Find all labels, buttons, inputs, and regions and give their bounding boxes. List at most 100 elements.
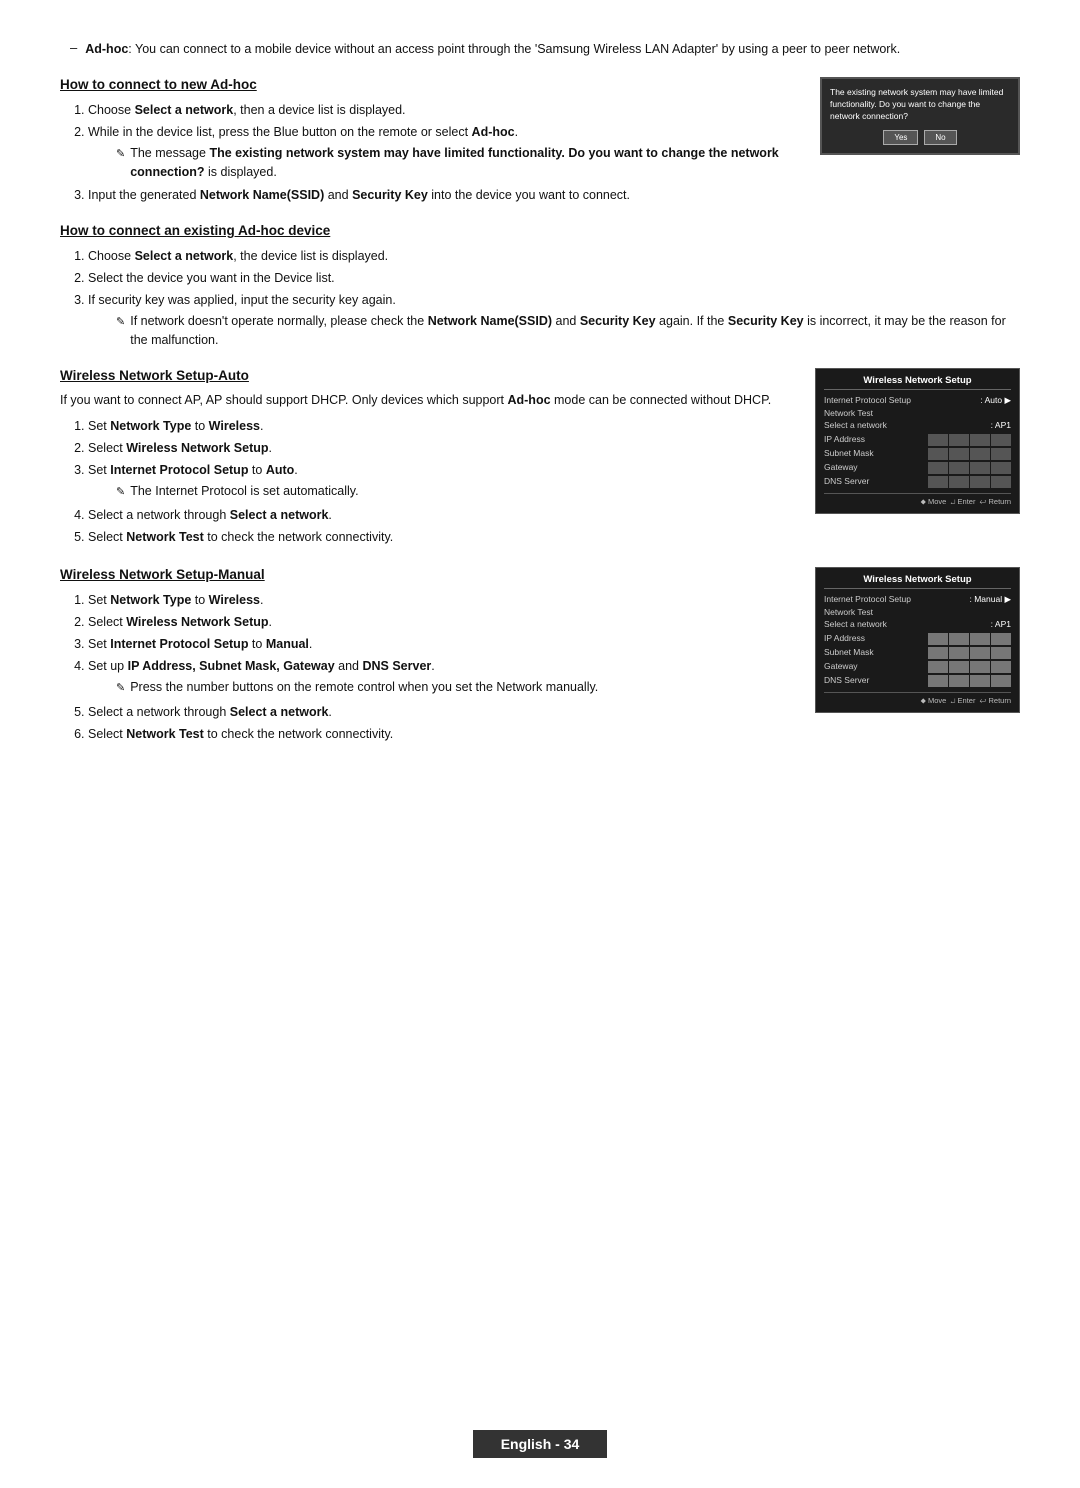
list-item: Select the device you want in the Device… (88, 268, 1020, 288)
note-row: ✎ The Internet Protocol is set automatic… (116, 482, 805, 502)
ui-row-nettest: Network Test (824, 408, 1011, 418)
ip-section-manual: IP Address Subnet Mask (824, 633, 1011, 687)
wireless-auto-content: Wireless Network Setup-Auto If you want … (60, 368, 805, 547)
list-item: Set Internet Protocol Setup to Auto. ✎ T… (88, 460, 805, 502)
ui-label: Internet Protocol Setup (824, 594, 911, 605)
ip-section: IP Address Subnet Mask (824, 434, 1011, 488)
manual-ui-box: Wireless Network Setup Internet Protocol… (815, 567, 1020, 713)
ip-box (949, 462, 969, 474)
list-item: Select Wireless Network Setup. (88, 438, 805, 458)
ip-box (949, 675, 969, 687)
ui-label: DNS Server (824, 476, 869, 488)
ip-box (970, 448, 990, 460)
wireless-manual-steps: Set Network Type to Wireless. Select Wir… (88, 590, 805, 744)
ui-label: Internet Protocol Setup (824, 395, 911, 406)
ui-row-subnet: Subnet Mask (824, 448, 1011, 460)
ip-box (991, 675, 1011, 687)
ui-value: : AP1 (991, 420, 1011, 430)
section-wireless-auto: Wireless Network Setup Internet Protocol… (60, 368, 1020, 547)
note-text: Press the number buttons on the remote c… (130, 678, 598, 697)
ui-row-nettest-manual: Network Test (824, 607, 1011, 617)
list-item: Select Wireless Network Setup. (88, 612, 805, 632)
ui-label: IP Address (824, 434, 865, 446)
ui-footer-manual: ⬥ Move ↵ Enter ↩ Return (824, 692, 1011, 706)
page-footer: English - 34 (0, 1430, 1080, 1458)
gateway-boxes-manual (928, 661, 1011, 673)
note-icon: ✎ (116, 484, 125, 502)
ui-row-ip-manual: IP Address (824, 633, 1011, 645)
list-item: Input the generated Network Name(SSID) a… (88, 185, 805, 205)
ui-row-dns: DNS Server (824, 476, 1011, 488)
ui-label: Gateway (824, 462, 858, 474)
list-item: Select Network Test to check the network… (88, 527, 805, 547)
adhoc-new-steps: Choose Select a network, then a device l… (88, 100, 805, 206)
list-item: Select a network through Select a networ… (88, 702, 805, 722)
ui-row-gateway: Gateway (824, 462, 1011, 474)
dash-icon: – (70, 40, 77, 59)
ip-boxes-manual (928, 633, 1011, 645)
ip-box (928, 633, 948, 645)
ip-box (928, 462, 948, 474)
ui-value: : AP1 (991, 619, 1011, 629)
ip-box (991, 661, 1011, 673)
dialog-yes-button[interactable]: Yes (883, 130, 918, 145)
ip-box (970, 661, 990, 673)
auto-ui-box: Wireless Network Setup Internet Protocol… (815, 368, 1020, 514)
ip-box (949, 476, 969, 488)
ip-box (991, 476, 1011, 488)
ui-label: DNS Server (824, 675, 869, 687)
auto-ui-title: Wireless Network Setup (824, 375, 1011, 390)
wireless-auto-steps: Set Network Type to Wireless. Select Wir… (88, 416, 805, 548)
ip-box (970, 633, 990, 645)
list-item: Select a network through Select a networ… (88, 505, 805, 525)
page-content: – Ad-hoc: You can connect to a mobile de… (60, 40, 1020, 744)
ui-value: : Manual ▶ (970, 594, 1012, 605)
ui-label: Gateway (824, 661, 858, 673)
note-icon: ✎ (116, 680, 125, 698)
ui-footer: ⬥ Move ↵ Enter ↩ Return (824, 493, 1011, 507)
ip-box (970, 434, 990, 446)
note-text: If network doesn't operate normally, ple… (130, 312, 1020, 350)
ui-row-gateway-manual: Gateway (824, 661, 1011, 673)
dialog-text: The existing network system may have lim… (830, 87, 1010, 123)
dialog-buttons: Yes No (830, 130, 1010, 145)
ip-box (991, 448, 1011, 460)
note-text: The message The existing network system … (130, 144, 805, 182)
ip-box (991, 434, 1011, 446)
dns-boxes (928, 476, 1011, 488)
ip-box (928, 448, 948, 460)
subnet-boxes (928, 448, 1011, 460)
ip-box (949, 633, 969, 645)
section-adhoc-new: The existing network system may have lim… (60, 77, 1020, 206)
dialog-no-button[interactable]: No (924, 130, 956, 145)
manual-screen-screenshot: Wireless Network Setup Internet Protocol… (815, 567, 1020, 713)
gateway-boxes (928, 462, 1011, 474)
ui-row-dns-manual: DNS Server (824, 675, 1011, 687)
ip-box (970, 476, 990, 488)
note-icon: ✎ (116, 314, 125, 332)
list-item: Choose Select a network, then a device l… (88, 100, 805, 120)
ui-row-selectnet: Select a network : AP1 (824, 420, 1011, 430)
ui-row-protocol-manual: Internet Protocol Setup : Manual ▶ (824, 594, 1011, 605)
ui-row-ip: IP Address (824, 434, 1011, 446)
ui-label: Network Test (824, 408, 873, 418)
ip-box (970, 462, 990, 474)
list-item: If security key was applied, input the s… (88, 290, 1020, 350)
note-row: ✎ Press the number buttons on the remote… (116, 678, 805, 698)
intro-bullet: – Ad-hoc: You can connect to a mobile de… (60, 40, 1020, 59)
ui-label: Subnet Mask (824, 448, 874, 460)
list-item: Choose Select a network, the device list… (88, 246, 1020, 266)
list-item: Select Network Test to check the network… (88, 724, 805, 744)
wireless-auto-heading: Wireless Network Setup-Auto (60, 368, 805, 383)
ip-box (970, 647, 990, 659)
ip-box (928, 647, 948, 659)
list-item: Set Internet Protocol Setup to Manual. (88, 634, 805, 654)
ip-box (949, 434, 969, 446)
ui-label: Select a network (824, 619, 887, 629)
adhoc-new-content: How to connect to new Ad-hoc Choose Sele… (60, 77, 805, 206)
list-item: While in the device list, press the Blue… (88, 122, 805, 182)
list-item: Set Network Type to Wireless. (88, 416, 805, 436)
ip-box (928, 434, 948, 446)
adhoc-new-heading: How to connect to new Ad-hoc (60, 77, 805, 92)
ip-boxes (928, 434, 1011, 446)
